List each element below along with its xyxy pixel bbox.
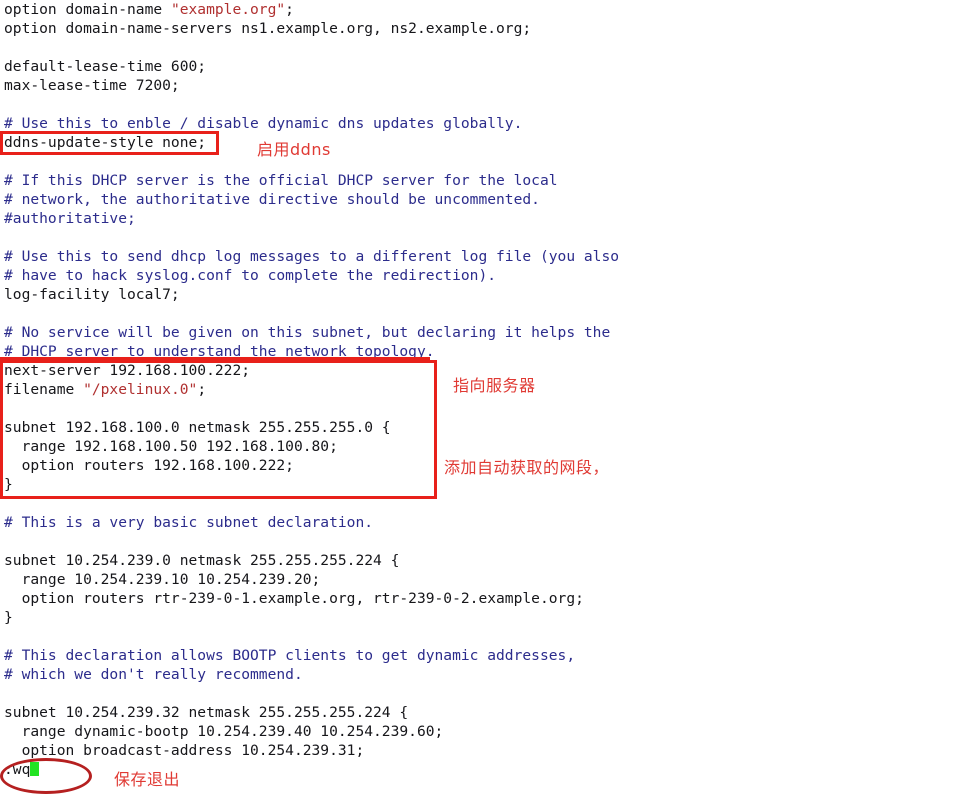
code-line: # No service will be given on this subne…: [0, 323, 971, 342]
code-line: default-lease-time 600;: [0, 57, 971, 76]
vim-editor-screenshot: option domain-name "example.org"; option …: [0, 0, 971, 795]
code-token: option routers 192.168.100.222;: [4, 457, 294, 474]
code-line: # This is a very basic subnet declaratio…: [0, 513, 971, 532]
code-token: #authoritative;: [4, 210, 136, 227]
code-token: subnet 192.168.100.0 netmask 255.255.255…: [4, 419, 391, 436]
code-token: option routers rtr-239-0-1.example.org, …: [4, 590, 584, 607]
code-line: option domain-name-servers ns1.example.o…: [0, 19, 971, 38]
code-token: # Use this to enble / disable dynamic dn…: [4, 115, 523, 132]
code-token: option domain-name: [4, 1, 171, 18]
code-line: # network, the authoritative directive s…: [0, 190, 971, 209]
code-token: "/pxelinux.0": [83, 381, 198, 398]
code-line: # have to hack syslog.conf to complete t…: [0, 266, 971, 285]
code-token: filename: [4, 381, 84, 398]
code-token: # This is a very basic subnet declaratio…: [4, 514, 374, 531]
annotation-enable-ddns: 启用ddns: [257, 140, 331, 159]
text-cursor: [30, 762, 40, 776]
code-line: # If this DHCP server is the official DH…: [0, 171, 971, 190]
code-line: range dynamic-bootp 10.254.239.40 10.254…: [0, 722, 971, 741]
code-line: # Use this to send dhcp log messages to …: [0, 247, 971, 266]
code-line: subnet 10.254.239.32 netmask 255.255.255…: [0, 703, 971, 722]
code-line: # This declaration allows BOOTP clients …: [0, 646, 971, 665]
code-token: # No service will be given on this subne…: [4, 324, 611, 341]
code-token: subnet 10.254.239.32 netmask 255.255.255…: [4, 704, 409, 721]
code-line: # Use this to enble / disable dynamic dn…: [0, 114, 971, 133]
code-token: # If this DHCP server is the official DH…: [4, 172, 558, 189]
code-token: range dynamic-bootp 10.254.239.40 10.254…: [4, 723, 444, 740]
code-token: max-lease-time 7200;: [4, 77, 180, 94]
code-token: # network, the authoritative directive s…: [4, 191, 540, 208]
code-line: subnet 10.254.239.0 netmask 255.255.255.…: [0, 551, 971, 570]
code-token: option broadcast-address 10.254.239.31;: [4, 742, 365, 759]
code-line: option domain-name "example.org";: [0, 0, 971, 19]
code-line: max-lease-time 7200;: [0, 76, 971, 95]
code-token: ;: [197, 381, 207, 398]
code-line: range 10.254.239.10 10.254.239.20;: [0, 570, 971, 589]
code-line: log-facility local7;: [0, 285, 971, 304]
code-token: }: [4, 476, 13, 493]
code-line: # which we don't really recommend.: [0, 665, 971, 684]
code-token: range 192.168.100.50 192.168.100.80;: [4, 438, 338, 455]
code-token: range 10.254.239.10 10.254.239.20;: [4, 571, 321, 588]
code-token: # which we don't really recommend.: [4, 666, 303, 683]
code-line: option broadcast-address 10.254.239.31;: [0, 741, 971, 760]
code-token: # have to hack syslog.conf to complete t…: [4, 267, 497, 284]
code-line: option routers rtr-239-0-1.example.org, …: [0, 589, 971, 608]
code-token: subnet 10.254.239.0 netmask 255.255.255.…: [4, 552, 400, 569]
vim-command-text: :wq: [4, 761, 31, 778]
code-token: option domain-name-servers ns1.example.o…: [4, 20, 532, 37]
code-line: ddns-update-style none;: [0, 133, 971, 152]
code-token: # This declaration allows BOOTP clients …: [4, 647, 576, 664]
code-token: # Use this to send dhcp log messages to …: [4, 248, 620, 265]
code-token: default-lease-time 600;: [4, 58, 207, 75]
code-line: subnet 192.168.100.0 netmask 255.255.255…: [0, 418, 971, 437]
code-token: }: [4, 609, 13, 626]
code-token: log-facility local7;: [4, 286, 180, 303]
code-line: #authoritative;: [0, 209, 971, 228]
annotation-save-and-quit: 保存退出: [114, 770, 181, 789]
code-token: ;: [285, 1, 294, 18]
code-line: }: [0, 608, 971, 627]
code-token: ddns-update-style none;: [4, 134, 207, 151]
highlight-underline-topology: [0, 357, 430, 360]
code-token: next-server 192.168.100.222;: [4, 362, 251, 379]
code-token: "example.org": [170, 1, 286, 18]
annotation-add-dhcp-range: 添加自动获取的网段，: [444, 458, 610, 477]
annotation-point-to-server: 指向服务器: [453, 376, 536, 395]
